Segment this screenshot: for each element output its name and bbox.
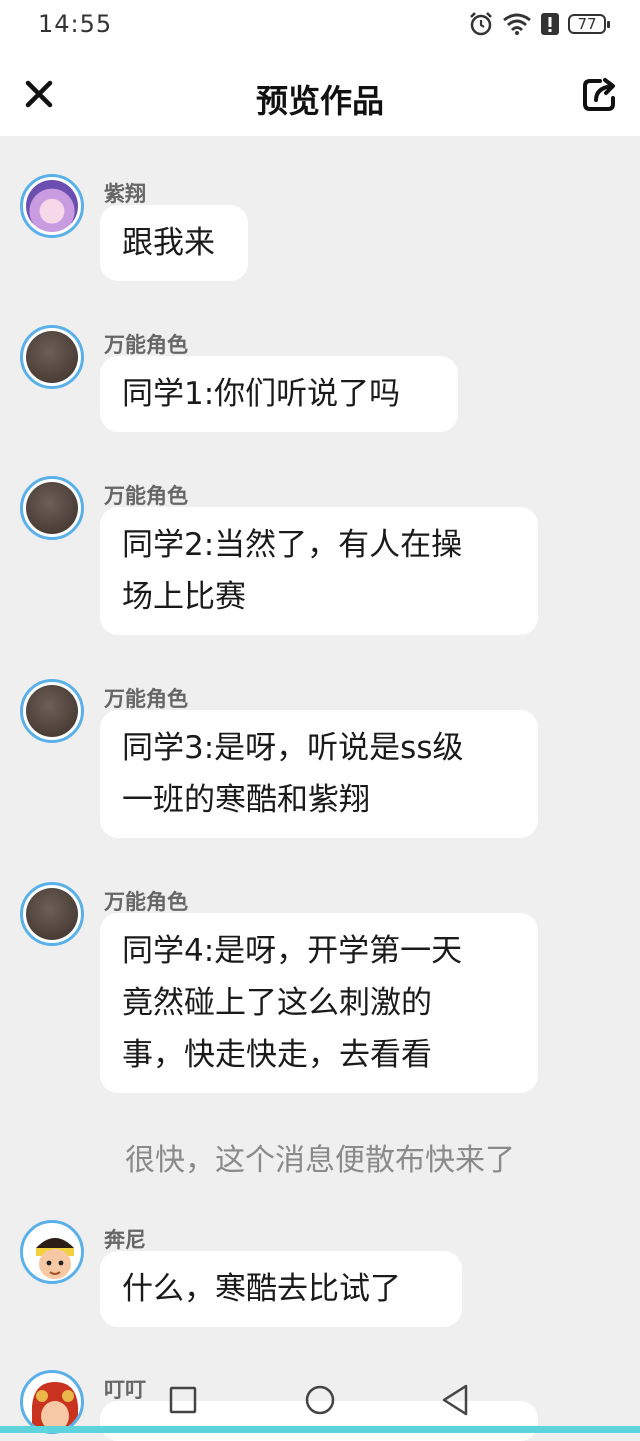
title-bar: 预览作品 — [0, 50, 640, 136]
message-text: 跟我来 — [122, 225, 215, 261]
message-text: 同学3:是呀，听说是ss级 — [122, 730, 464, 766]
message-text: 场上比赛 — [122, 579, 246, 615]
message-text: 同学2:当然了，有人在操 — [122, 527, 463, 563]
sender-name: 万能角色 — [104, 484, 188, 508]
sender-name: 奔尼 — [104, 1228, 146, 1252]
sender-name: 紫翔 — [104, 182, 146, 206]
message-text: 竟然碰上了这么刺激的 — [122, 985, 432, 1021]
message-text: 什么，寒酷去比试了 — [122, 1271, 401, 1307]
home-icon[interactable] — [298, 1378, 342, 1422]
message-bubble[interactable]: 什么，寒酷去比试了 — [100, 1251, 462, 1327]
battery-icon: 77 — [568, 14, 610, 34]
message-bubble[interactable]: 跟我来 — [100, 205, 248, 281]
wifi-icon — [503, 13, 531, 35]
sender-name: 万能角色 — [104, 333, 188, 357]
status-bar: 14:55 77 — [0, 0, 640, 50]
cartoon-boy-avatar[interactable] — [20, 1220, 84, 1284]
recent-apps-icon[interactable] — [161, 1378, 205, 1422]
status-icons: 77 — [468, 10, 610, 38]
page-title: 预览作品 — [255, 82, 384, 120]
alarm-icon — [470, 12, 492, 36]
status-time: 14:55 — [38, 10, 113, 38]
blank-avatar[interactable] — [20, 476, 84, 540]
message-text: 事，快走快走，去看看 — [122, 1037, 432, 1073]
system-nav-bar — [0, 1368, 640, 1433]
blank-avatar[interactable] — [20, 325, 84, 389]
message-text: 同学4:是呀，开学第一天 — [122, 933, 463, 969]
cartoon-boy-icon — [36, 1238, 74, 1279]
sender-name: 万能角色 — [104, 890, 188, 914]
message-text: 同学1:你们听说了吗 — [122, 376, 401, 412]
sender-name: 万能角色 — [104, 687, 188, 711]
message-bubble[interactable]: 同学3:是呀，听说是ss级 一班的寒酷和紫翔 — [100, 710, 538, 838]
message-bubble[interactable]: 同学2:当然了，有人在操 场上比赛 — [100, 507, 538, 635]
blank-avatar[interactable] — [20, 679, 84, 743]
narration-text: 很快，这个消息便散布快来了 — [125, 1143, 515, 1178]
back-icon[interactable] — [434, 1378, 478, 1422]
message-text: 一班的寒酷和紫翔 — [122, 782, 370, 818]
message-bubble[interactable]: 同学1:你们听说了吗 — [100, 356, 458, 432]
alert-icon — [541, 13, 559, 35]
share-icon[interactable] — [580, 76, 618, 114]
message-bubble[interactable]: 同学4:是呀，开学第一天 竟然碰上了这么刺激的 事，快走快走，去看看 — [100, 913, 538, 1093]
bottom-strip — [0, 1426, 640, 1433]
anime-girl-avatar[interactable] — [20, 174, 84, 238]
blank-avatar[interactable] — [20, 882, 84, 946]
